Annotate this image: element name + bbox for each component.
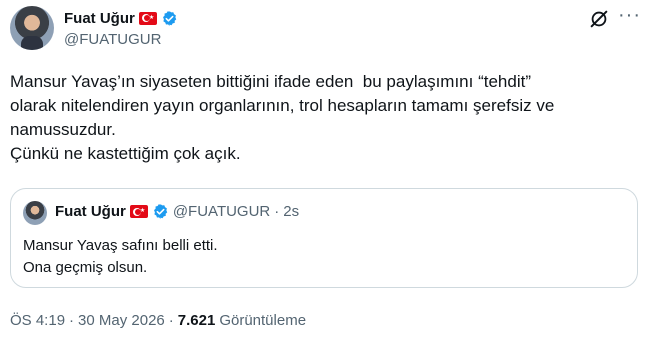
tweet-line: namussuzdur. bbox=[10, 120, 116, 139]
quote-author-handle: @FUATUGUR bbox=[172, 203, 271, 220]
quote-text: Mansur Yavaş safını belli etti. Ona geçm… bbox=[23, 235, 218, 279]
tweet-date[interactable]: 30 May 2026 bbox=[78, 312, 165, 329]
quote-timestamp: 2s bbox=[283, 203, 300, 220]
more-icon[interactable]: ··· bbox=[618, 5, 641, 25]
author-name[interactable]: Fuat Uğur bbox=[64, 10, 135, 27]
turkey-flag-icon: ★ bbox=[138, 11, 157, 25]
author-name-row: Fuat Uğur ★ bbox=[64, 8, 178, 28]
quoted-tweet[interactable]: Fuat Uğur ★ @FUATUGUR · 2s Mansur Yavaş … bbox=[10, 188, 638, 288]
tweet-text: Mansur Yavaş’ın siyaseten bittiğini ifad… bbox=[10, 70, 630, 166]
quote-separator: · bbox=[274, 203, 280, 220]
views-count: 7.621 bbox=[177, 312, 216, 329]
tweet-time[interactable]: ÖS 4:19 bbox=[10, 312, 65, 329]
quote-header: Fuat Uğur ★ @FUATUGUR · 2s bbox=[55, 203, 299, 220]
quote-line: Ona geçmiş olsun. bbox=[23, 259, 148, 276]
tweet-line: Mansur Yavaş’ın siyaseten bittiğini ifad… bbox=[10, 72, 531, 91]
author-handle[interactable]: @FUATUGUR bbox=[64, 31, 161, 48]
tweet-meta: ÖS 4:19 · 30 May 2026 · 7.621 Görüntülem… bbox=[10, 312, 306, 329]
quote-avatar bbox=[23, 201, 47, 225]
tweet-line: olarak nitelendiren yayın organlarının, … bbox=[10, 96, 555, 115]
meta-separator: · bbox=[168, 312, 174, 329]
author-avatar[interactable] bbox=[10, 6, 54, 50]
tweet-line: Çünkü ne kastettiğim çok açık. bbox=[10, 144, 241, 163]
verified-badge-icon bbox=[162, 10, 177, 26]
quote-line: Mansur Yavaş safını belli etti. bbox=[23, 237, 218, 254]
meta-separator: · bbox=[69, 312, 75, 329]
turkey-flag-icon: ★ bbox=[129, 205, 148, 218]
grok-icon[interactable] bbox=[588, 8, 610, 30]
views-label: Görüntüleme bbox=[219, 312, 307, 329]
quote-author-name: Fuat Uğur bbox=[55, 203, 126, 220]
verified-badge-icon bbox=[153, 204, 168, 219]
